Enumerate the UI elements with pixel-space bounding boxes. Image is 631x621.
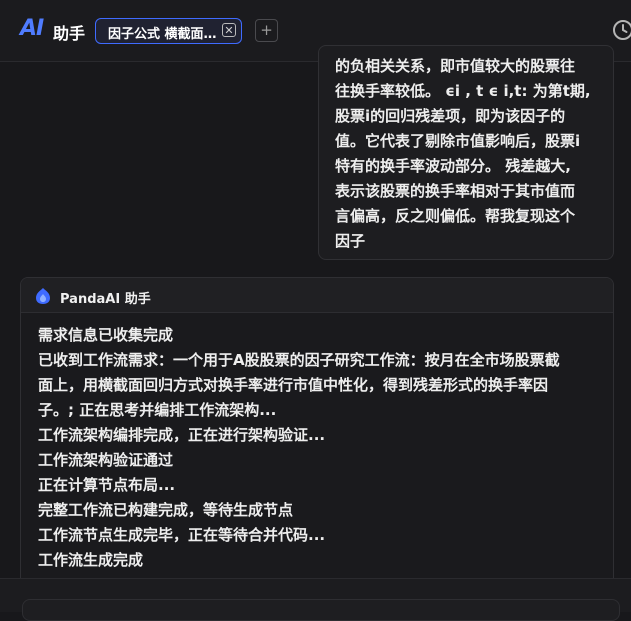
tab-label: 因子公式 横截面... xyxy=(108,27,218,42)
add-tab-button[interactable]: + xyxy=(255,19,278,42)
app-title: 助手 xyxy=(53,24,86,43)
user-message-line: 的负相关关系，即市值较大的股票往 xyxy=(335,57,576,75)
status-line: 工作流架构编排完成，正在进行架构验证... xyxy=(38,426,326,444)
user-message-line: 往换手率较低。 ϵi , t ϵ i,t: 为第t期, xyxy=(335,82,591,100)
user-message-line: 特有的换手率波动部分。 残差越大, xyxy=(335,157,571,175)
user-message-line: 因子 xyxy=(335,232,366,250)
user-message-line: 表示该股票的换手率相对于其市值而 xyxy=(335,182,576,200)
input-box[interactable] xyxy=(22,599,620,621)
user-message-line: 值。它代表了剔除市值影响后，股票i xyxy=(335,132,581,150)
panda-logo-icon xyxy=(36,288,50,304)
status-line: 子。; 正在思考并编排工作流架构... xyxy=(38,401,277,419)
user-message-line: 股票i的回归残差项，即为该因子的 xyxy=(335,107,566,125)
assistant-message-card: PandaAI 助手 需求信息已收集完成 已收到工作流需求：一个用于A股股票的因… xyxy=(20,277,614,597)
status-line: 已收到工作流需求：一个用于A股股票的因子研究工作流：按月在全市场股票截 xyxy=(38,351,560,369)
status-line: 工作流节点生成完毕，正在等待合并代码... xyxy=(38,526,326,544)
status-line: 完整工作流已构建完成，等待生成节点 xyxy=(38,501,294,519)
status-line: 工作流架构验证通过 xyxy=(38,451,174,469)
app-logo: AI xyxy=(20,16,44,41)
assistant-header: PandaAI 助手 xyxy=(21,278,613,313)
assistant-message-body: 需求信息已收集完成 已收到工作流需求：一个用于A股股票的因子研究工作流：按月在全… xyxy=(38,323,598,573)
status-line: 需求信息已收集完成 xyxy=(38,326,174,344)
assistant-name: PandaAI 助手 xyxy=(60,292,151,307)
user-message-bubble: 的负相关关系，即市值较大的股票往 往换手率较低。 ϵi , t ϵ i,t: 为… xyxy=(318,45,614,260)
close-icon[interactable]: ✕ xyxy=(222,23,236,37)
tab-factor-formula[interactable]: 因子公式 横截面... ✕ xyxy=(95,18,242,44)
history-icon[interactable] xyxy=(612,19,631,41)
status-line: 面上，用横截面回归方式对换手率进行市值中性化，得到残差形式的换手率因 xyxy=(38,376,549,394)
status-line: 工作流生成完成 xyxy=(38,551,144,569)
user-message-line: 言偏高，反之则偏低。帮我复现这个 xyxy=(335,207,576,225)
status-line: 正在计算节点布局... xyxy=(38,476,176,494)
